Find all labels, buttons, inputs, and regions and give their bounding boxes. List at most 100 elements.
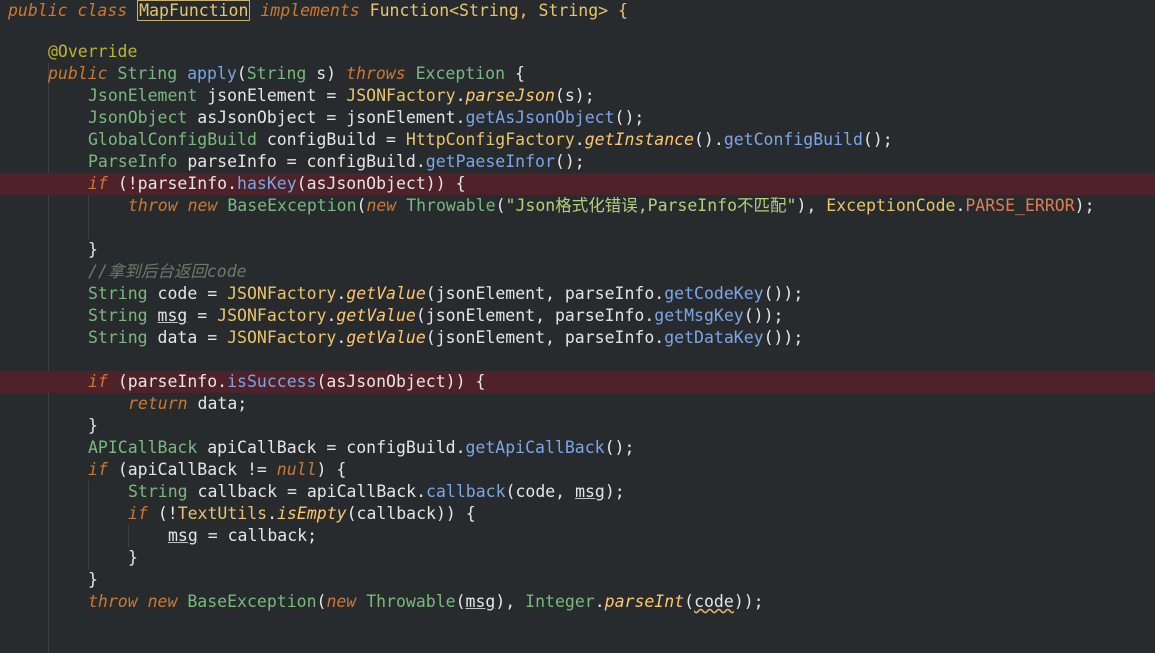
breakpoint-code-line[interactable]: if (!parseInfo.hasKey(asJsonObject)) { — [0, 173, 1155, 195]
code-token: = — [187, 306, 218, 325]
code-token: } — [128, 548, 138, 567]
code-token: ); — [1074, 196, 1095, 215]
code-token: ( — [684, 592, 695, 611]
code-token: code — [694, 592, 734, 611]
code-token: getDataKey — [664, 328, 764, 347]
code-line[interactable]: } — [0, 569, 1155, 591]
code-token: ); — [604, 482, 625, 501]
code-token: getValue — [346, 328, 426, 347]
code-token: msg — [575, 482, 605, 501]
code-token: String — [246, 64, 317, 83]
code-token: (). — [694, 130, 724, 149]
code-token: hasKey — [237, 174, 297, 193]
code-token: new — [147, 592, 188, 611]
code-token: public — [8, 1, 78, 20]
code-token: . — [336, 284, 347, 303]
code-token: ), — [495, 592, 526, 611]
code-token: parseJson — [465, 86, 555, 105]
code-line[interactable]: String callback = apiCallBack.callback(c… — [0, 481, 1155, 503]
code-token: (!parseInfo. — [117, 174, 238, 193]
code-token: HttpConfigFactory — [405, 130, 575, 149]
code-token: getConfigBuild — [723, 130, 863, 149]
code-token: (); — [614, 108, 645, 127]
code-line[interactable]: @Override — [0, 41, 1155, 63]
code-token: String — [128, 482, 198, 501]
code-token: { — [514, 64, 525, 83]
code-line[interactable]: throw new BaseException(new Throwable("J… — [0, 195, 1155, 217]
code-token: ()); — [763, 328, 804, 347]
code-line[interactable]: public String apply(String s) throws Exc… — [0, 63, 1155, 85]
code-token: JSONFactory — [227, 284, 337, 303]
code-token: ( — [356, 196, 367, 215]
code-token: String — [88, 284, 158, 303]
code-line[interactable]: //拿到后台返回code — [0, 261, 1155, 283]
code-line[interactable]: ParseInfo parseInfo = configBuild.getPae… — [0, 151, 1155, 173]
code-line[interactable]: if (!TextUtils.isEmpty(callback)) { — [0, 503, 1155, 525]
code-token: data = — [157, 328, 228, 347]
code-token: JsonObject — [88, 108, 198, 127]
code-token: "Json格式化错误,ParseInfo不匹配" — [505, 196, 797, 215]
code-line[interactable]: throw new BaseException(new Throwable(ms… — [0, 591, 1155, 613]
code-token: Exception — [415, 64, 515, 83]
code-token: JsonElement — [88, 86, 208, 105]
code-line[interactable]: } — [0, 415, 1155, 437]
code-token: new — [366, 196, 407, 215]
code-line[interactable]: APICallBack apiCallBack = configBuild.ge… — [0, 437, 1155, 459]
code-token: throw — [88, 592, 148, 611]
code-token: getCodeKey — [664, 284, 764, 303]
code-token: (! — [157, 504, 178, 523]
code-line[interactable]: JsonElement jsonElement = JSONFactory.pa… — [0, 85, 1155, 107]
code-token: Function<String, String> { — [369, 1, 628, 20]
code-token: ( — [236, 64, 247, 83]
code-token: ()); — [743, 306, 784, 325]
code-line[interactable]: String msg = JSONFactory.getValue(jsonEl… — [0, 305, 1155, 327]
code-token: (jsonElement, parseInfo. — [415, 306, 655, 325]
code-line[interactable]: if (apiCallBack != null) { — [0, 459, 1155, 481]
code-token: if — [128, 504, 158, 523]
code-token: String — [88, 328, 158, 347]
code-token: (callback)) { — [346, 504, 476, 523]
code-token: msg — [168, 526, 198, 545]
code-line[interactable]: String code = JSONFactory.getValue(jsonE… — [0, 283, 1155, 305]
code-token: getValue — [346, 284, 426, 303]
code-token: if — [88, 372, 118, 391]
code-token: Throwable — [366, 592, 456, 611]
code-token: (); — [862, 130, 893, 149]
code-token: parseInt — [604, 592, 685, 611]
code-token: . — [326, 306, 337, 325]
code-line[interactable]: GlobalConfigBuild configBuild = HttpConf… — [0, 129, 1155, 151]
code-line[interactable]: public class MapFunction implements Func… — [0, 0, 1155, 22]
code-token: isSuccess — [227, 372, 317, 391]
code-token: new — [326, 592, 367, 611]
code-token: (asJsonObject)) { — [316, 372, 486, 391]
code-token: ParseInfo — [88, 152, 188, 171]
code-token: throw — [128, 196, 188, 215]
code-line[interactable]: } — [0, 239, 1155, 261]
code-token: . — [267, 504, 278, 523]
code-token: getAsJsonObject — [465, 108, 615, 127]
code-token: = callback; — [197, 526, 318, 545]
code-token: . — [955, 196, 966, 215]
code-line[interactable]: JsonObject asJsonObject = jsonElement.ge… — [0, 107, 1155, 129]
code-token: (jsonElement, parseInfo. — [425, 284, 665, 303]
code-line[interactable]: return data; — [0, 393, 1155, 415]
code-token: } — [88, 416, 98, 435]
code-token: @Override — [48, 42, 138, 61]
code-token: apiCallBack = configBuild. — [207, 438, 466, 457]
code-line[interactable]: } — [0, 547, 1155, 569]
code-line[interactable]: msg = callback; — [0, 525, 1155, 547]
code-line[interactable]: String data = JSONFactory.getValue(jsonE… — [0, 327, 1155, 349]
code-token: (apiCallBack != — [117, 460, 277, 479]
code-token: Throwable — [406, 196, 496, 215]
code-token: implements — [260, 1, 370, 20]
code-token: (asJsonObject)) { — [296, 174, 466, 193]
code-token: getInstance — [584, 130, 694, 149]
code-token: getMsgKey — [654, 306, 744, 325]
code-token: return — [128, 394, 198, 413]
code-token: ) { — [316, 460, 347, 479]
breakpoint-code-line[interactable]: if (parseInfo.isSuccess(asJsonObject)) { — [0, 371, 1155, 393]
code-token: (parseInfo. — [117, 372, 228, 391]
code-token: BaseException — [187, 592, 317, 611]
code-token: jsonElement = — [207, 86, 347, 105]
code-editor[interactable]: public class MapFunction implements Func… — [0, 0, 1155, 653]
